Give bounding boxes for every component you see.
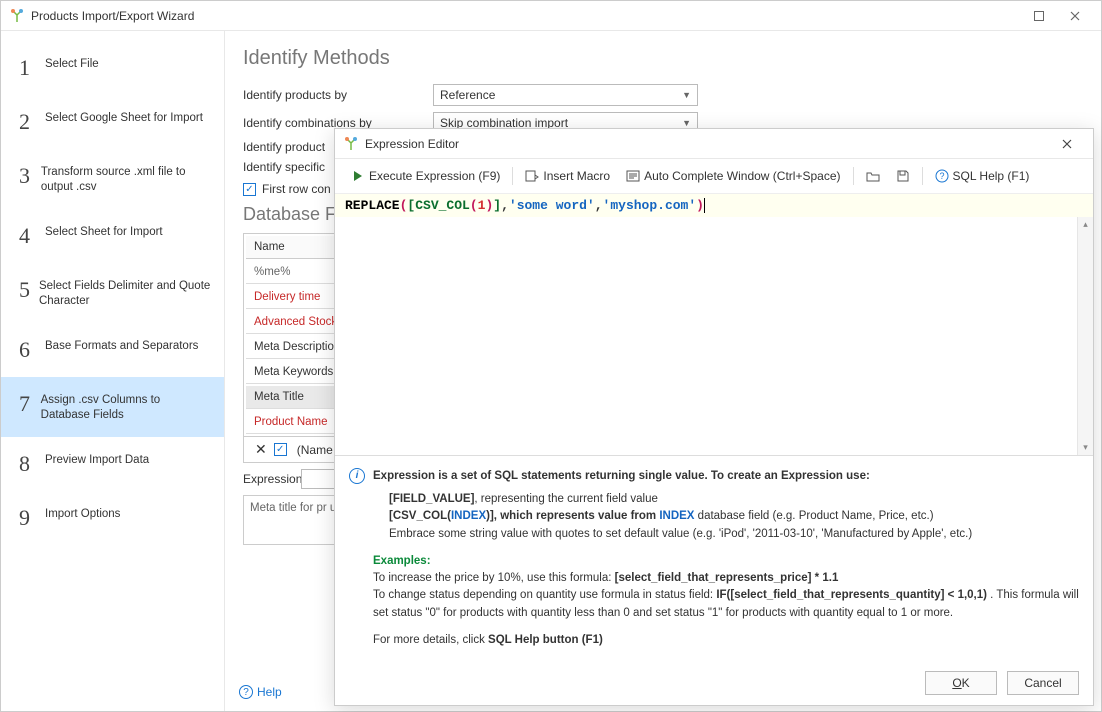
- expression-code-editor[interactable]: REPLACE([CSV_COL(1)],'some word','myshop…: [335, 193, 1093, 217]
- help-link[interactable]: ?Help: [239, 685, 282, 699]
- play-icon: [351, 169, 365, 183]
- save-icon: [896, 169, 910, 183]
- info-icon: i: [349, 468, 365, 484]
- step-import-options[interactable]: 9Import Options: [1, 491, 224, 545]
- expression-editor-dialog: Expression Editor Execute Expression (F9…: [334, 128, 1094, 706]
- mapping-checkbox[interactable]: ✓: [274, 443, 287, 456]
- window-close-button[interactable]: [1057, 2, 1093, 30]
- app-icon: [343, 136, 359, 152]
- execute-expression-button[interactable]: Execute Expression (F9): [345, 165, 506, 187]
- code-whitespace[interactable]: ▴▾: [335, 217, 1093, 455]
- maximize-button[interactable]: [1021, 2, 1057, 30]
- insert-macro-button[interactable]: Insert Macro: [519, 165, 616, 187]
- auto-complete-icon: [626, 169, 640, 183]
- svg-text:?: ?: [939, 171, 944, 181]
- wizard-steps-sidebar: 1Select File 2Select Google Sheet for Im…: [1, 31, 225, 711]
- dialog-close-button[interactable]: [1049, 130, 1085, 158]
- vertical-scrollbar[interactable]: ▴▾: [1077, 217, 1093, 455]
- expression-help-panel: i Expression is a set of SQL statements …: [335, 455, 1093, 661]
- scroll-down-icon[interactable]: ▾: [1083, 440, 1088, 455]
- section-heading: Identify Methods: [243, 47, 1083, 70]
- identify-products-select[interactable]: Reference▼: [433, 84, 698, 106]
- save-button[interactable]: [890, 165, 916, 187]
- auto-complete-button[interactable]: Auto Complete Window (Ctrl+Space): [620, 165, 846, 187]
- step-transform-xml[interactable]: 3Transform source .xml file to output .c…: [1, 149, 224, 209]
- first-row-label: First row con: [262, 182, 331, 196]
- step-base-formats[interactable]: 6Base Formats and Separators: [1, 323, 224, 377]
- scroll-up-icon[interactable]: ▴: [1083, 217, 1088, 232]
- ok-button[interactable]: OK: [925, 671, 997, 695]
- chevron-down-icon: ▼: [682, 90, 691, 100]
- open-folder-button[interactable]: [860, 165, 886, 187]
- insert-macro-icon: [525, 169, 539, 183]
- step-select-google-sheet[interactable]: 2Select Google Sheet for Import: [1, 95, 224, 149]
- identify-products-label: Identify products by: [243, 88, 433, 102]
- app-icon: [9, 8, 25, 24]
- step-preview[interactable]: 8Preview Import Data: [1, 437, 224, 491]
- chevron-down-icon: ▼: [682, 118, 691, 128]
- sql-help-button[interactable]: ? SQL Help (F1): [929, 165, 1036, 187]
- step-delimiter[interactable]: 5Select Fields Delimiter and Quote Chara…: [1, 263, 224, 323]
- help-icon: ?: [239, 685, 253, 699]
- remove-mapping-icon[interactable]: ✕: [252, 441, 270, 458]
- expression-label: Expression: [243, 472, 301, 486]
- help-circle-icon: ?: [935, 169, 949, 183]
- folder-open-icon: [866, 169, 880, 183]
- step-select-sheet[interactable]: 4Select Sheet for Import: [1, 209, 224, 263]
- main-titlebar: Products Import/Export Wizard: [1, 1, 1101, 31]
- cancel-button[interactable]: Cancel: [1007, 671, 1079, 695]
- expression-toolbar: Execute Expression (F9) Insert Macro Aut…: [335, 159, 1093, 193]
- mapping-label: (Name: [297, 443, 333, 457]
- window-title: Products Import/Export Wizard: [31, 9, 1021, 23]
- first-row-checkbox[interactable]: ✓: [243, 183, 256, 196]
- step-assign-columns[interactable]: 7Assign .csv Columns to Database Fields: [1, 377, 224, 437]
- dialog-title: Expression Editor: [365, 137, 1049, 151]
- step-select-file[interactable]: 1Select File: [1, 41, 224, 95]
